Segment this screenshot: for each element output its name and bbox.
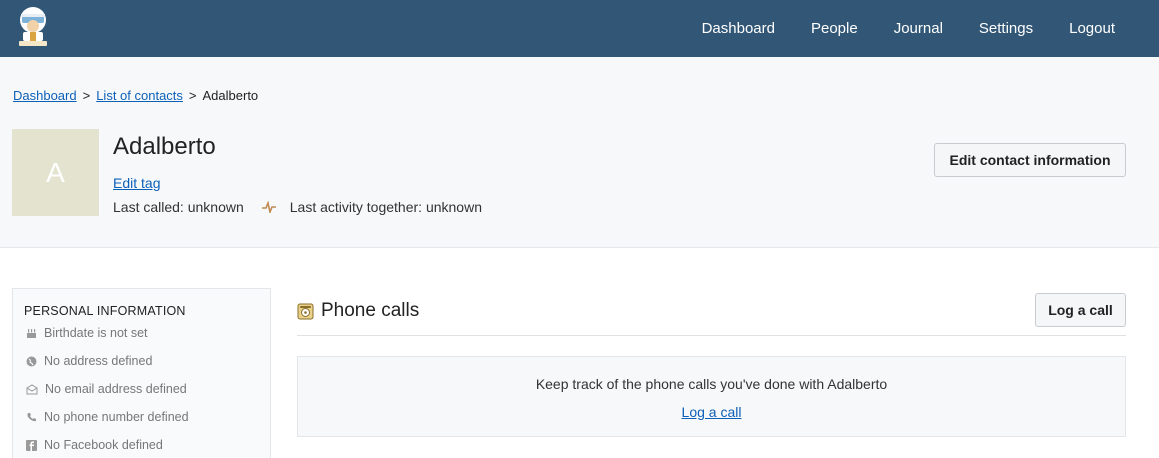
last-called-text: Last called: unknown <box>113 199 244 215</box>
facebook-item: No Facebook defined <box>26 438 163 452</box>
contact-header-panel: Dashboard > List of contacts > Adalberto A A… <box>0 57 1159 248</box>
personal-info-sidebar: PERSONAL INFORMATION Birthdate is not se… <box>12 288 271 458</box>
empty-state-text: Keep track of the phone calls you've don… <box>535 376 888 392</box>
avatar: A <box>12 129 99 216</box>
telephone-icon <box>297 303 314 319</box>
address-label: No address defined <box>44 354 153 368</box>
nav-logout[interactable]: Logout <box>1069 20 1115 37</box>
phone-calls-empty-state: Keep track of the phone calls you've don… <box>297 356 1126 437</box>
empty-state-link-wrap: Log a call <box>298 404 1125 420</box>
phone-icon <box>27 412 36 421</box>
facebook-label: No Facebook defined <box>44 438 163 452</box>
edit-tag-link[interactable]: Edit tag <box>113 175 160 191</box>
log-call-link[interactable]: Log a call <box>682 404 742 420</box>
cake-icon <box>27 328 36 338</box>
nav-settings[interactable]: Settings <box>979 20 1033 37</box>
globe-icon <box>26 356 37 366</box>
sidebar-title: PERSONAL INFORMATION <box>24 304 186 318</box>
nav-dashboard[interactable]: Dashboard <box>702 20 775 37</box>
envelope-icon <box>26 383 38 394</box>
birthdate-item: Birthdate is not set <box>26 326 148 340</box>
breadcrumb-separator: > <box>82 88 91 103</box>
address-item: No address defined <box>26 354 152 368</box>
nav-people[interactable]: People <box>811 20 858 37</box>
log-call-button[interactable]: Log a call <box>1035 293 1126 327</box>
facebook-icon <box>26 439 37 451</box>
nav-journal[interactable]: Journal <box>894 20 943 37</box>
section-divider <box>297 335 1126 336</box>
edit-contact-button[interactable]: Edit contact information <box>934 143 1126 177</box>
email-label: No email address defined <box>45 382 187 396</box>
top-navbar: Dashboard People Journal Settings Logout <box>0 0 1159 57</box>
breadcrumb-contacts[interactable]: List of contacts <box>96 88 183 103</box>
birthdate-label: Birthdate is not set <box>44 326 148 340</box>
breadcrumb-dashboard[interactable]: Dashboard <box>13 88 77 103</box>
breadcrumb-separator: > <box>188 88 197 103</box>
email-item: No email address defined <box>26 382 187 396</box>
last-activity-text: Last activity together: unknown <box>289 199 482 215</box>
phone-calls-title: Phone calls <box>321 300 420 321</box>
contact-name: Adalberto <box>113 133 216 160</box>
main-nav: Dashboard People Journal Settings Logout <box>702 0 1159 57</box>
phone-item: No phone number defined <box>26 410 189 424</box>
breadcrumb-current: Adalberto <box>202 88 259 103</box>
phone-calls-heading: Phone calls <box>297 300 419 322</box>
activity-pulse-icon <box>261 201 276 213</box>
contact-meta: Last called: unknown Last activity toget… <box>113 199 482 215</box>
monica-logo-icon[interactable] <box>13 5 53 47</box>
breadcrumb: Dashboard > List of contacts > Adalberto <box>13 88 258 103</box>
phone-label: No phone number defined <box>44 410 189 424</box>
